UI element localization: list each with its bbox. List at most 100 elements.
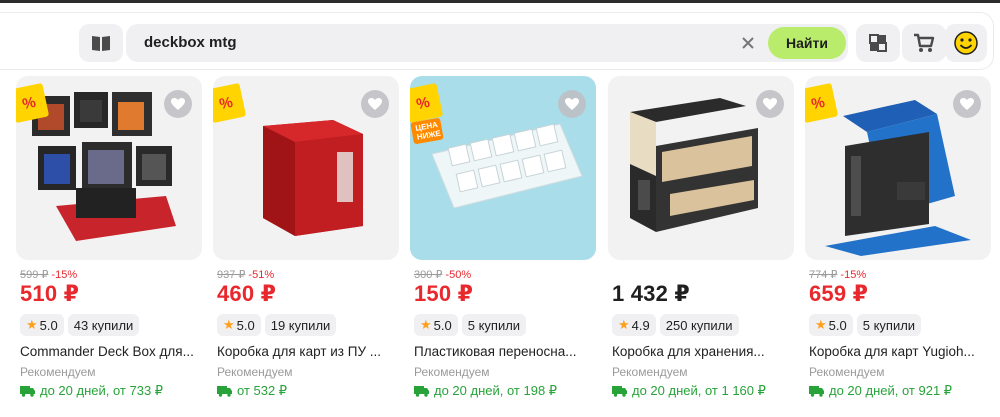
recommend-label: Рекомендуем [414,365,490,379]
heart-icon [368,98,382,110]
product-card[interactable]: 1 432 ₽ ★ 4.9 250 купили Коробка для хран… [608,76,794,417]
bought-pill: 19 купили [264,314,337,336]
delivery-text: от 532 ₽ [237,383,288,398]
old-price: 300 ₽ [414,269,443,281]
price: 460 ₽ [217,281,277,306]
star-icon: ★ [815,317,827,332]
profile-button[interactable] [945,24,987,62]
product-card[interactable]: % 937 ₽ -51% 460 ₽ ★ 5.0 19 купили Коробка… [213,76,399,417]
favorite-button[interactable] [361,90,389,118]
delivery-text: до 20 дней, от 733 ₽ [40,383,164,398]
price: 659 ₽ [809,281,869,306]
product-image[interactable] [608,76,794,260]
product-card[interactable]: % 774 ₽ -15% 659 ₽ ★ 5.0 5 купили Коробка … [805,76,991,417]
recommend-label: Рекомендуем [217,365,293,379]
search-input[interactable]: deckbox mtg [144,34,237,51]
delivery-text: до 20 дней, от 921 ₽ [829,383,953,398]
product-image[interactable]: % ЦЕНА НИЖЕ [410,76,596,260]
top-border [0,0,1000,3]
product-image[interactable]: % [213,76,399,260]
rating: 5.0 [433,317,452,333]
product-image[interactable]: % [805,76,991,260]
recommend-label: Рекомендуем [20,365,96,379]
old-price-row: 599 ₽ -15% [20,268,77,281]
heart-icon [960,98,974,110]
product-card[interactable]: % ЦЕНА НИЖЕ 300 ₽ -50% 150 ₽ ★ 5.0 5 купил… [410,76,596,417]
truck-icon [20,386,35,397]
delivery-info: до 20 дней, от 1 160 ₽ [612,383,766,399]
rating-row: ★ 5.0 43 купили [20,314,140,336]
rating-pill[interactable]: ★ 5.0 [414,314,458,336]
discount: -15% [51,269,78,281]
truck-icon [809,386,824,397]
old-price: 774 ₽ [809,269,838,281]
heart-icon [171,98,185,110]
product-card[interactable]: % 599 ₽ -15% 510 ₽ ★ 5.0 43 купили Command… [16,76,202,417]
delivery-info: от 532 ₽ [217,383,287,399]
price: 150 ₽ [414,281,474,306]
rating: 5.0 [828,317,847,333]
clear-icon[interactable] [738,33,758,53]
rating: 5.0 [39,317,58,333]
rating-pill[interactable]: ★ 5.0 [20,314,64,336]
old-price-row: 774 ₽ -15% [809,268,866,281]
find-button[interactable]: Найти [768,27,846,59]
product-grid: % 599 ₽ -15% 510 ₽ ★ 5.0 43 купили Command… [0,76,1000,417]
delivery-info: до 20 дней, от 733 ₽ [20,383,163,399]
favorite-button[interactable] [164,90,192,118]
product-title[interactable]: Commander Deck Box для... [20,344,200,359]
recommend-label: Рекомендуем [809,365,885,379]
bought-pill: 5 купили [461,314,527,336]
heart-icon [565,98,579,110]
favorite-button[interactable] [558,90,586,118]
heart-icon [763,98,777,110]
cube-apps-icon [869,34,887,52]
delivery-text: до 20 дней, от 1 160 ₽ [632,383,766,398]
discount: -51% [248,269,275,281]
rating-row: ★ 4.9 250 купили [612,314,739,336]
rating-pill[interactable]: ★ 5.0 [217,314,261,336]
delivery-info: до 20 дней, от 921 ₽ [809,383,952,399]
book-icon [92,36,110,51]
star-icon: ★ [618,317,630,332]
recommend-label: Рекомендуем [612,365,688,379]
old-price: 937 ₽ [217,269,246,281]
product-title[interactable]: Коробка для карт из ПУ ... [217,344,397,359]
apps-button[interactable] [856,24,900,62]
rating-row: ★ 5.0 5 купили [414,314,527,336]
cart-icon [914,33,935,52]
bought-pill: 250 купили [659,314,739,336]
product-title[interactable]: Коробка для карт Yugioh... [809,344,989,359]
price: 1 432 ₽ [612,281,690,306]
catalog-button[interactable] [79,24,123,62]
rating: 4.9 [631,317,650,333]
cart-button[interactable] [902,24,946,62]
star-icon: ★ [223,317,235,332]
price: 510 ₽ [20,281,80,306]
old-price: 599 ₽ [20,269,49,281]
rating: 5.0 [236,317,255,333]
smile-icon [954,31,978,55]
product-title[interactable]: Пластиковая переносна... [414,344,594,359]
discount: -15% [840,269,867,281]
star-icon: ★ [26,317,38,332]
favorite-button[interactable] [953,90,981,118]
truck-icon [217,386,232,397]
product-image[interactable]: % [16,76,202,260]
product-title[interactable]: Коробка для хранения... [612,344,792,359]
delivery-text: до 20 дней, от 198 ₽ [434,383,558,398]
bought-pill: 5 купили [856,314,922,336]
rating-row: ★ 5.0 19 купили [217,314,337,336]
old-price-row: 937 ₽ -51% [217,268,274,281]
star-icon: ★ [420,317,432,332]
delivery-info: до 20 дней, от 198 ₽ [414,383,557,399]
bought-pill: 43 купили [67,314,140,336]
rating-pill[interactable]: ★ 4.9 [612,314,656,336]
old-price-row: 300 ₽ -50% [414,268,471,281]
truck-icon [414,386,429,397]
rating-row: ★ 5.0 5 купили [809,314,922,336]
discount: -50% [445,269,472,281]
search-bar: deckbox mtg Найти [126,24,848,62]
favorite-button[interactable] [756,90,784,118]
rating-pill[interactable]: ★ 5.0 [809,314,853,336]
